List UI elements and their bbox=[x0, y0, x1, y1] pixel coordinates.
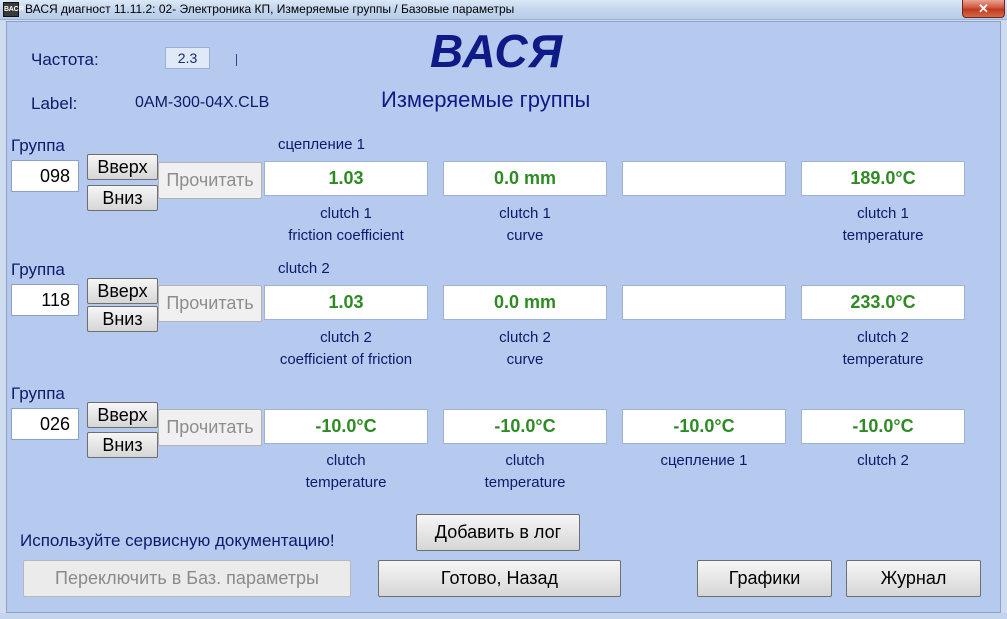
group-number-input[interactable]: 026 bbox=[11, 408, 79, 440]
value-description: clutch 1 temperature bbox=[842, 205, 924, 244]
service-doc-note: Используйте сервисную документацию! bbox=[20, 531, 335, 550]
value-description bbox=[614, 327, 794, 349]
value-description: clutch 2 coefficient of friction bbox=[279, 329, 413, 368]
group-down-button[interactable]: Вниз bbox=[87, 432, 158, 458]
close-button[interactable]: ✕ bbox=[962, 0, 1005, 18]
value-description: clutch 1 friction coefficient bbox=[288, 205, 404, 244]
group-up-button[interactable]: Вверх bbox=[87, 402, 158, 428]
group-up-button[interactable]: Вверх bbox=[87, 154, 158, 180]
value-field bbox=[622, 161, 786, 196]
frequency-label: Частота: bbox=[31, 50, 99, 69]
read-button[interactable]: Прочитать bbox=[158, 285, 262, 322]
value-description: clutch 2 temperature bbox=[842, 329, 924, 368]
value-field: -10.0°C bbox=[264, 409, 428, 444]
value-field bbox=[622, 285, 786, 320]
value-field: -10.0°C bbox=[801, 409, 965, 444]
group-number-input[interactable]: 098 bbox=[11, 160, 79, 192]
value-field: 189.0°C bbox=[801, 161, 965, 196]
group-up-button[interactable]: Вверх bbox=[87, 278, 158, 304]
read-button[interactable]: Прочитать bbox=[158, 409, 262, 446]
journal-button[interactable]: Журнал bbox=[846, 560, 981, 597]
add-to-log-button[interactable]: Добавить в лог bbox=[416, 514, 580, 551]
group-label: Группа bbox=[11, 260, 65, 279]
frequency-value: 2.3 bbox=[165, 47, 210, 69]
group-name: clutch 2 bbox=[278, 260, 330, 277]
graphs-button[interactable]: Графики bbox=[697, 560, 832, 597]
value-description: сцепление 1 bbox=[660, 452, 748, 469]
label-file: 0AM-300-04X.CLB bbox=[135, 94, 270, 111]
done-back-button[interactable]: Готово, Назад bbox=[378, 560, 621, 597]
value-description: clutch temperature bbox=[305, 452, 387, 491]
title-bar: ВАСЯ ВАСЯ диагност 11.11.2: 02- Электрон… bbox=[0, 0, 1007, 20]
value-field: -10.0°C bbox=[443, 409, 607, 444]
switch-basic-params-button[interactable]: Переключить в Баз. параметры bbox=[23, 560, 351, 597]
group-down-button[interactable]: Вниз bbox=[87, 306, 158, 332]
window-title: ВАСЯ диагност 11.11.2: 02- Электроника К… bbox=[25, 2, 515, 16]
value-field: -10.0°C bbox=[622, 409, 786, 444]
group-number-input[interactable]: 118 bbox=[11, 284, 79, 316]
value-field: 0.0 mm bbox=[443, 285, 607, 320]
value-description: clutch 2 bbox=[857, 452, 909, 469]
value-field: 0.0 mm bbox=[443, 161, 607, 196]
app-icon: ВАСЯ bbox=[3, 2, 24, 17]
value-description: clutch 2 curve bbox=[499, 329, 551, 368]
window-frame-bottom bbox=[0, 613, 1007, 619]
value-field: 1.03 bbox=[264, 285, 428, 320]
page-subtitle: Измеряемые группы bbox=[381, 87, 591, 112]
read-button[interactable]: Прочитать bbox=[158, 162, 262, 199]
value-description: clutch 1 curve bbox=[499, 205, 551, 244]
brand-logo: ВАСЯ bbox=[430, 25, 564, 77]
group-down-button[interactable]: Вниз bbox=[87, 185, 158, 211]
value-field: 1.03 bbox=[264, 161, 428, 196]
value-description: clutch temperature bbox=[484, 452, 566, 491]
value-field: 233.0°C bbox=[801, 285, 965, 320]
value-description bbox=[614, 203, 794, 225]
group-label: Группа bbox=[11, 136, 65, 155]
group-name: сцепление 1 bbox=[278, 136, 365, 153]
group-label: Группа bbox=[11, 384, 65, 403]
label-caption: Label: bbox=[31, 94, 78, 113]
frequency-indicator bbox=[236, 54, 237, 66]
